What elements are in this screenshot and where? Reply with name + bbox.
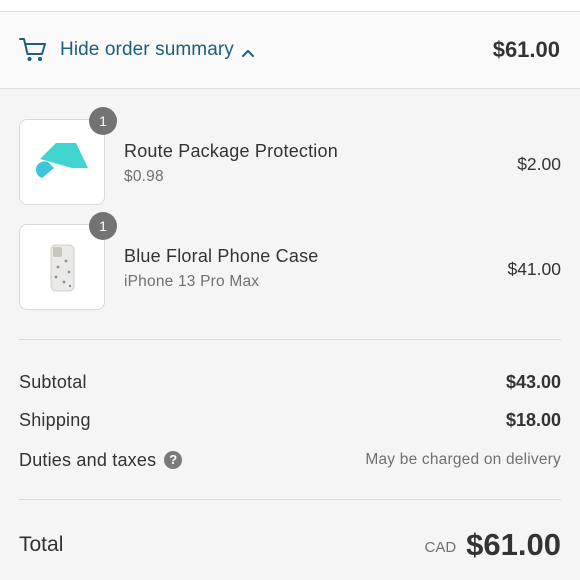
duties-note: May be charged on delivery — [365, 451, 561, 468]
shipping-value: $18.00 — [505, 409, 561, 430]
chevron-up-icon — [241, 45, 255, 57]
order-summary-toggle-label: Hide order summary — [60, 39, 234, 60]
product-thumbnail — [19, 119, 105, 205]
duties-label: Duties and taxes — [19, 449, 157, 470]
product-price: $41.00 — [507, 259, 561, 279]
cart-icon — [19, 37, 47, 63]
subtotal-value: $43.00 — [505, 371, 561, 392]
line-item: 1 Blue Floral Phone Case iPhone 13 Pro M… — [19, 212, 561, 310]
divider — [19, 499, 561, 500]
route-logo-icon — [35, 143, 88, 178]
total-row: Total CAD $61.00 — [19, 525, 561, 565]
header-total-price: $61.00 — [492, 37, 560, 62]
total-value: $61.00 — [466, 527, 561, 562]
order-summary-toggle[interactable]: Hide order summary — [19, 37, 255, 63]
top-strip — [0, 0, 580, 12]
quantity-badge: 1 — [89, 212, 117, 240]
product-name: Blue Floral Phone Case — [124, 246, 319, 266]
subtotal-row: Subtotal $43.00 — [19, 370, 561, 394]
shipping-row: Shipping $18.00 — [19, 408, 561, 432]
product-price: $2.00 — [517, 154, 561, 174]
divider — [19, 339, 561, 340]
order-summary-header: Hide order summary $61.00 — [0, 12, 580, 89]
duties-row: Duties and taxes ? May be charged on del… — [19, 448, 561, 472]
phone-case-icon — [50, 244, 75, 292]
subtotal-label: Subtotal — [19, 371, 87, 392]
product-thumbnail — [19, 224, 105, 310]
product-name: Route Package Protection — [124, 141, 338, 161]
shipping-label: Shipping — [19, 409, 91, 430]
product-subtitle: iPhone 13 Pro Max — [124, 273, 260, 290]
currency-code: CAD — [424, 538, 457, 556]
product-subtitle: $0.98 — [124, 168, 164, 185]
total-label: Total — [19, 533, 64, 556]
line-item: 1 Route Package Protection $0.98 $2.00 — [19, 107, 561, 205]
help-icon[interactable]: ? — [164, 451, 183, 469]
quantity-badge: 1 — [89, 107, 117, 135]
